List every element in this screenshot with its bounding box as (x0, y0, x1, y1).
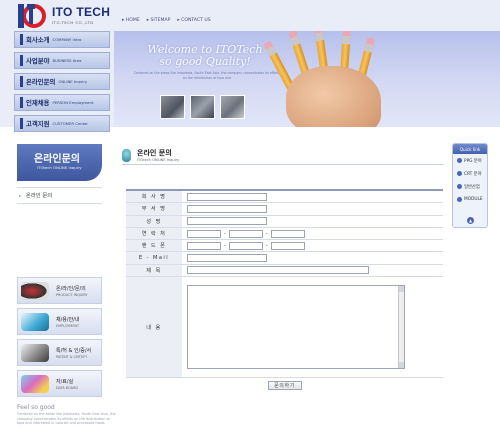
menu-marker (20, 34, 23, 45)
menu-marker (20, 97, 23, 108)
menu-marker (20, 55, 23, 66)
department-input[interactable] (187, 204, 267, 213)
quick-link-inquiry[interactable]: 온/라/인/문/의 PRODUCT INQUIRY (17, 277, 102, 304)
sidebar-quick-links: 온/라/인/문/의 PRODUCT INQUIRY 채/용/안/내 EMPLOY… (17, 277, 102, 401)
email-label: E - Mail (126, 252, 182, 264)
menu-item-business[interactable]: 사업분야 BUSINESS Area (14, 52, 110, 69)
mouse-icon (21, 282, 49, 300)
menu-item-company[interactable]: 회사소개 COMPANY Intro (14, 31, 110, 48)
nav-home[interactable]: ▸ HOME (122, 18, 140, 23)
equipment-photo[interactable] (220, 95, 245, 119)
subject-label: 제 목 (126, 264, 182, 277)
submit-row: 문의하기 (126, 378, 443, 392)
scroll-top-icon[interactable]: ▲ (467, 217, 474, 224)
header: ITO TECH ITO-TECH CO.,LTD ▸ HOME ▸ SITEM… (0, 0, 500, 132)
section-title: 온라인문의 (34, 154, 80, 165)
banner-title: Welcome to ITOTech so good Quality! (147, 43, 263, 68)
form-row: 제 목 (126, 264, 443, 278)
notebook-icon (21, 344, 49, 362)
section-title-box: 온라인문의 ITOtech ONLINE Inquiry (17, 144, 102, 181)
email-input[interactable] (187, 254, 267, 263)
quick-link-patent[interactable]: 특/허 & 인/증/서 PATENT & CERTIFY (17, 339, 102, 366)
company-label: 회 사 명 (126, 191, 182, 203)
mobile-input-1[interactable] (187, 241, 221, 250)
nav-contact[interactable]: ▸ CONTACT US (177, 18, 210, 23)
folders-icon (21, 375, 49, 393)
bullet-icon (457, 184, 462, 189)
sidebar-item-online-inquiry[interactable]: ▸ 온라인 문의 (17, 187, 102, 204)
form-row: 연 락 처 - - (126, 227, 443, 241)
phone-input-3[interactable] (270, 229, 305, 238)
submit-button[interactable]: 문의하기 (267, 380, 302, 390)
menu-marker (20, 76, 23, 87)
phone-input-1[interactable] (187, 229, 221, 238)
bullet-icon (457, 158, 462, 163)
menu-marker (20, 118, 23, 129)
menu-item-support[interactable]: 고객지원 CUSTOMER Center (14, 115, 110, 132)
quick-link-data[interactable]: 자/료/실 DATA BOARD (17, 370, 102, 397)
bullet-icon (457, 171, 462, 176)
name-label: 성 명 (126, 215, 182, 227)
quick-item-ppg[interactable]: PPG 분야 (453, 154, 487, 167)
form-row: E - Mail (126, 252, 443, 265)
mobile-label: 핸 드 폰 (126, 240, 182, 252)
section-subtitle: ITOtech ONLINE Inquiry (37, 165, 82, 170)
monitor-icon (21, 313, 49, 331)
phone-input-2[interactable] (228, 229, 263, 238)
content-textarea[interactable] (187, 285, 405, 370)
brand-sub: ITO-TECH CO.,LTD (52, 20, 94, 25)
form-row: 회 사 명 (126, 191, 443, 204)
title-bullet-icon (122, 149, 131, 162)
form-row: 핸 드 폰 - - (126, 240, 443, 253)
page-header: 온라인 문의 ITOtech ONLINE Inquiry (122, 147, 444, 165)
logo[interactable]: ITO TECH ITO-TECH CO.,LTD (16, 3, 116, 29)
dash: - (224, 230, 226, 237)
quick-link-employment[interactable]: 채/용/안/내 EMPLOYMENT (17, 308, 102, 335)
form-row: 성 명 (126, 215, 443, 228)
dash: - (265, 242, 268, 249)
mobile-input-3[interactable] (270, 241, 305, 250)
footer-copy: Feel so good Centered on the areas like … (17, 404, 117, 426)
dash: - (265, 230, 268, 237)
inquiry-form: 회 사 명 부 서 명 성 명 연 락 처 - - 핸 드 폰 - - E - … (126, 189, 443, 392)
banner-desc: Centered on the areas like Indonesia, So… (133, 71, 281, 80)
subject-input[interactable] (187, 266, 369, 275)
brand-name: ITO TECH (52, 5, 111, 19)
page-title: 온라인 문의 (137, 149, 172, 157)
department-label: 부 서 명 (126, 203, 182, 215)
dash: - (224, 242, 226, 249)
quick-item-industry[interactable]: 일반산업 (453, 180, 487, 193)
company-input[interactable] (187, 192, 267, 201)
content-label: 내 용 (126, 277, 182, 378)
footer-title: Feel so good (17, 404, 55, 411)
mobile-input-2[interactable] (228, 241, 263, 250)
form-row: 내 용 (126, 277, 443, 379)
menu-item-online[interactable]: 온라인문의 ONLINE Inquiry (14, 73, 110, 90)
factory-photo[interactable] (160, 95, 185, 119)
textarea-scrollbar[interactable] (398, 286, 404, 369)
quick-link-header: Quick link (453, 144, 487, 154)
form-row: 부 서 명 (126, 203, 443, 216)
quick-link-panel: Quick link PPG 분야 CRT 분야 일반산업 MODULE ▲ (452, 143, 488, 228)
logo-mark-icon (16, 3, 49, 29)
page-subtitle: ITOtech ONLINE Inquiry (137, 158, 180, 162)
footer-text: Centered on the areas like Indonesia, So… (17, 412, 116, 426)
nav-sitemap[interactable]: ▸ SITEMAP (147, 18, 171, 23)
bullet-icon (457, 197, 462, 202)
machine-photo[interactable] (190, 95, 215, 119)
quick-item-crt[interactable]: CRT 분야 (453, 167, 487, 180)
main-menu: 회사소개 COMPANY Intro 사업분야 BUSINESS Area 온라인문… (14, 31, 110, 136)
top-nav: ▸ HOME ▸ SITEMAP ▸ CONTACT US (122, 18, 211, 23)
quick-item-module[interactable]: MODULE (453, 193, 487, 206)
menu-item-recruit[interactable]: 인재채용 PERSON Employment (14, 94, 110, 111)
phone-label: 연 락 처 (126, 227, 182, 240)
banner-thumbnails (160, 95, 245, 119)
hero-banner: Welcome to ITOTech so good Quality! Cent… (114, 31, 500, 127)
hand-image (286, 66, 381, 127)
name-input[interactable] (187, 217, 267, 226)
